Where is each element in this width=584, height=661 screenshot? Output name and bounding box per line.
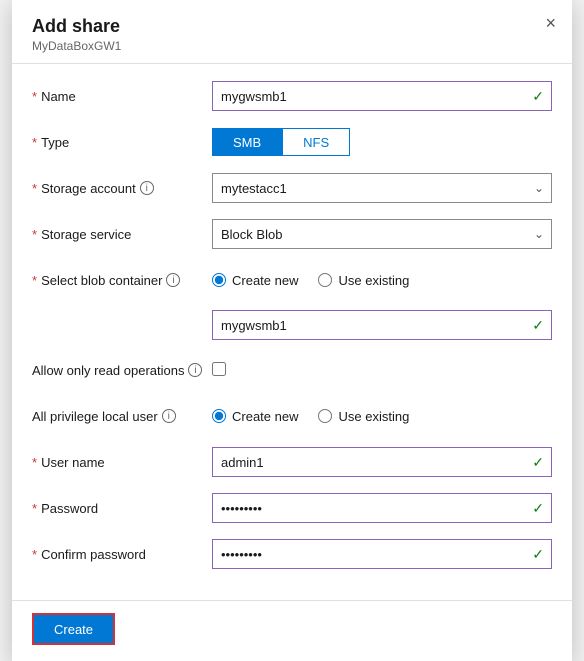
blob-create-new-radio[interactable] [212,273,226,287]
username-row: * User name ✓ [32,446,552,478]
confirm-password-check-icon: ✓ [532,546,544,563]
username-label: * User name [32,455,212,470]
create-button[interactable]: Create [32,613,115,645]
password-input-wrapper: ✓ [212,493,552,523]
storage-service-select[interactable]: Block Blob [212,219,552,249]
blob-container-star: * [32,273,37,288]
dialog-header: Add share MyDataBoxGW1 × [12,0,572,64]
type-nfs-button[interactable]: NFS [282,128,350,156]
privilege-user-label: All privilege local user i [32,409,212,424]
blob-name-input[interactable] [212,310,552,340]
username-input-wrapper: ✓ [212,447,552,477]
username-control: ✓ [212,447,552,477]
password-check-icon: ✓ [532,500,544,517]
blob-container-control: Create new Use existing [212,273,552,288]
blob-container-label: * Select blob container i [32,273,212,288]
name-row: * Name ✓ [32,80,552,112]
blob-use-existing-radio[interactable] [318,273,332,287]
blob-container-row: * Select blob container i Create new Use… [32,264,552,296]
blob-name-row: ✓ [32,310,552,340]
type-row: * Type SMB NFS [32,126,552,158]
type-control: SMB NFS [212,128,552,156]
blob-name-check-icon: ✓ [532,317,544,334]
confirm-password-input-wrapper: ✓ [212,539,552,569]
dialog-title: Add share [32,16,552,37]
type-label: * Type [32,135,212,150]
password-row: * Password ✓ [32,492,552,524]
storage-account-row: * Storage account i mytestacc1 ⌄ [32,172,552,204]
priv-use-existing-label[interactable]: Use existing [318,409,409,424]
priv-use-existing-radio[interactable] [318,409,332,423]
storage-account-select[interactable]: mytestacc1 [212,173,552,203]
blob-name-control: ✓ [212,310,552,340]
confirm-password-input[interactable] [212,539,552,569]
storage-account-select-wrapper: mytestacc1 ⌄ [212,173,552,203]
dialog-subtitle: MyDataBoxGW1 [32,39,552,53]
username-check-icon: ✓ [532,454,544,471]
storage-service-select-wrapper: Block Blob ⌄ [212,219,552,249]
storage-service-control: Block Blob ⌄ [212,219,552,249]
allow-read-row: Allow only read operations i [32,354,552,386]
allow-read-info-icon: i [188,363,202,377]
blob-use-existing-label[interactable]: Use existing [318,273,409,288]
name-control: ✓ [212,81,552,111]
allow-read-control [212,362,552,379]
storage-account-star: * [32,181,37,196]
password-star: * [32,501,37,516]
blob-container-radio-group: Create new Use existing [212,273,552,288]
storage-account-control: mytestacc1 ⌄ [212,173,552,203]
priv-create-new-radio[interactable] [212,409,226,423]
storage-service-label: * Storage service [32,227,212,242]
name-required-star: * [32,89,37,104]
dialog-footer: Create [12,600,572,661]
storage-account-label: * Storage account i [32,181,212,196]
confirm-password-row: * Confirm password ✓ [32,538,552,570]
privilege-user-row: All privilege local user i Create new Us… [32,400,552,432]
name-input[interactable] [212,81,552,111]
confirm-password-control: ✓ [212,539,552,569]
name-input-wrapper: ✓ [212,81,552,111]
username-input[interactable] [212,447,552,477]
priv-create-new-label[interactable]: Create new [212,409,298,424]
blob-create-new-label[interactable]: Create new [212,273,298,288]
type-smb-button[interactable]: SMB [212,128,282,156]
storage-service-row: * Storage service Block Blob ⌄ [32,218,552,250]
name-check-icon: ✓ [532,88,544,105]
privilege-user-radio-group: Create new Use existing [212,409,552,424]
username-star: * [32,455,37,470]
privilege-user-control: Create new Use existing [212,409,552,424]
blob-container-info-icon: i [166,273,180,287]
name-label: * Name [32,89,212,104]
blob-name-input-wrapper: ✓ [212,310,552,340]
dialog-body: * Name ✓ * Type SMB NFS [12,64,572,600]
storage-account-info-icon: i [140,181,154,195]
type-required-star: * [32,135,37,150]
allow-read-label: Allow only read operations i [32,363,212,378]
storage-service-star: * [32,227,37,242]
confirm-password-label: * Confirm password [32,547,212,562]
password-input[interactable] [212,493,552,523]
allow-read-checkbox[interactable] [212,362,226,376]
privilege-user-info-icon: i [162,409,176,423]
password-label: * Password [32,501,212,516]
type-button-group: SMB NFS [212,128,552,156]
password-control: ✓ [212,493,552,523]
confirm-password-star: * [32,547,37,562]
add-share-dialog: Add share MyDataBoxGW1 × * Name ✓ * Type [12,0,572,661]
close-button[interactable]: × [545,14,556,32]
